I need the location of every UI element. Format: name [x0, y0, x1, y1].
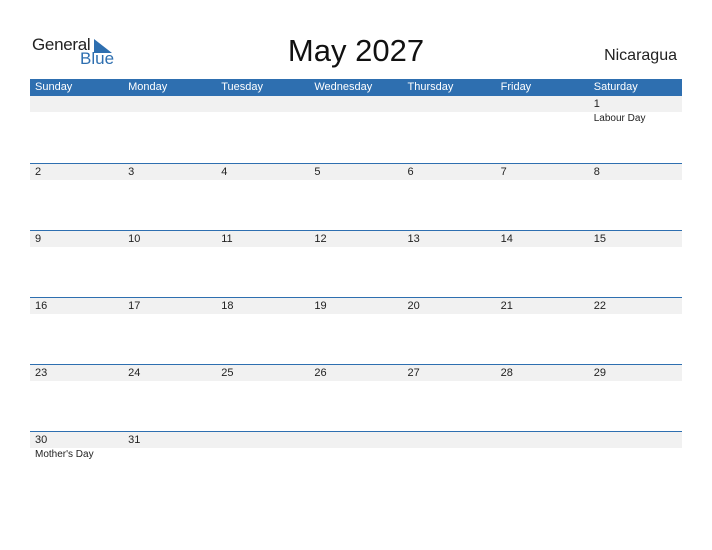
day-number-row: 1: [30, 96, 682, 112]
holiday-label: Mother's Day: [35, 449, 94, 460]
week-row: 2 3 4 5 6 7 8: [30, 163, 682, 230]
holiday-label: [123, 112, 216, 126]
day-number: [216, 96, 309, 112]
day-number: 22: [593, 300, 606, 312]
holiday-label: Labour Day: [593, 113, 646, 124]
event-row: Labour Day: [30, 112, 682, 126]
day-number: 9: [35, 233, 42, 245]
week-row: 1 Labour Day: [30, 96, 682, 163]
day-number: 26: [314, 367, 327, 379]
day-number-row: 9 10 11 12 13 14 15: [30, 231, 682, 247]
holiday-label: [589, 448, 682, 462]
day-number-row: 2 3 4 5 6 7 8: [30, 164, 682, 180]
day-number: 23: [35, 367, 48, 379]
day-number: 29: [593, 367, 606, 379]
day-number: 4: [221, 166, 228, 178]
holiday-label: [309, 112, 402, 126]
day-number: 14: [500, 233, 513, 245]
holiday-label: [403, 448, 496, 462]
day-number: 24: [128, 367, 141, 379]
day-number: 21: [500, 300, 513, 312]
weekday-header: Sunday Monday Tuesday Wednesday Thursday…: [30, 79, 682, 96]
day-number: [496, 96, 589, 112]
event-row: Mother's Day: [30, 448, 682, 462]
week-row: 30 31 Mother's Day: [30, 431, 682, 498]
day-number: 31: [128, 434, 141, 446]
day-number: 12: [314, 233, 327, 245]
day-number: [403, 432, 496, 448]
day-number: 7: [500, 166, 507, 178]
day-number: 10: [128, 233, 141, 245]
day-number: 18: [221, 300, 234, 312]
holiday-label: [496, 448, 589, 462]
day-number: 25: [221, 367, 234, 379]
day-number: 16: [35, 300, 48, 312]
week-row: 16 17 18 19 20 21 22: [30, 297, 682, 364]
day-number: 28: [500, 367, 513, 379]
day-number: 8: [593, 166, 600, 178]
day-number: 1: [593, 98, 600, 110]
holiday-label: [216, 112, 309, 126]
day-number: 2: [35, 166, 42, 178]
day-number: [496, 432, 589, 448]
day-number: [589, 432, 682, 448]
day-number: 5: [314, 166, 321, 178]
calendar-grid: Sunday Monday Tuesday Wednesday Thursday…: [30, 79, 682, 498]
day-number: 6: [407, 166, 414, 178]
day-number: [309, 432, 402, 448]
day-number: 27: [407, 367, 420, 379]
day-number: 19: [314, 300, 327, 312]
day-number: [403, 96, 496, 112]
holiday-label: [403, 112, 496, 126]
holiday-label: [309, 448, 402, 462]
week-row: 9 10 11 12 13 14 15: [30, 230, 682, 297]
weekday-monday: Monday: [128, 81, 168, 93]
holiday-label: [30, 112, 123, 126]
weekday-friday: Friday: [500, 81, 532, 93]
day-number: 17: [128, 300, 141, 312]
weekday-thursday: Thursday: [407, 81, 454, 93]
day-number: 30: [35, 434, 48, 446]
day-number: 13: [407, 233, 420, 245]
day-number: 11: [221, 233, 233, 245]
holiday-label: [216, 448, 309, 462]
holiday-label: [123, 448, 216, 462]
day-number-row: 23 24 25 26 27 28 29: [30, 365, 682, 381]
weekday-saturday: Saturday: [593, 81, 638, 93]
day-number: [309, 96, 402, 112]
day-number: [30, 96, 123, 112]
country-label: Nicaragua: [604, 47, 677, 64]
weekday-tuesday: Tuesday: [221, 81, 264, 93]
day-number: 15: [593, 233, 606, 245]
weekday-sunday: Sunday: [35, 81, 73, 93]
day-number: [216, 432, 309, 448]
day-number: 3: [128, 166, 135, 178]
day-number: 20: [407, 300, 420, 312]
holiday-label: [496, 112, 589, 126]
day-number-row: 30 31: [30, 432, 682, 448]
day-number-row: 16 17 18 19 20 21 22: [30, 298, 682, 314]
weekday-wednesday: Wednesday: [314, 81, 373, 93]
week-row: 23 24 25 26 27 28 29: [30, 364, 682, 431]
day-number: [123, 96, 216, 112]
